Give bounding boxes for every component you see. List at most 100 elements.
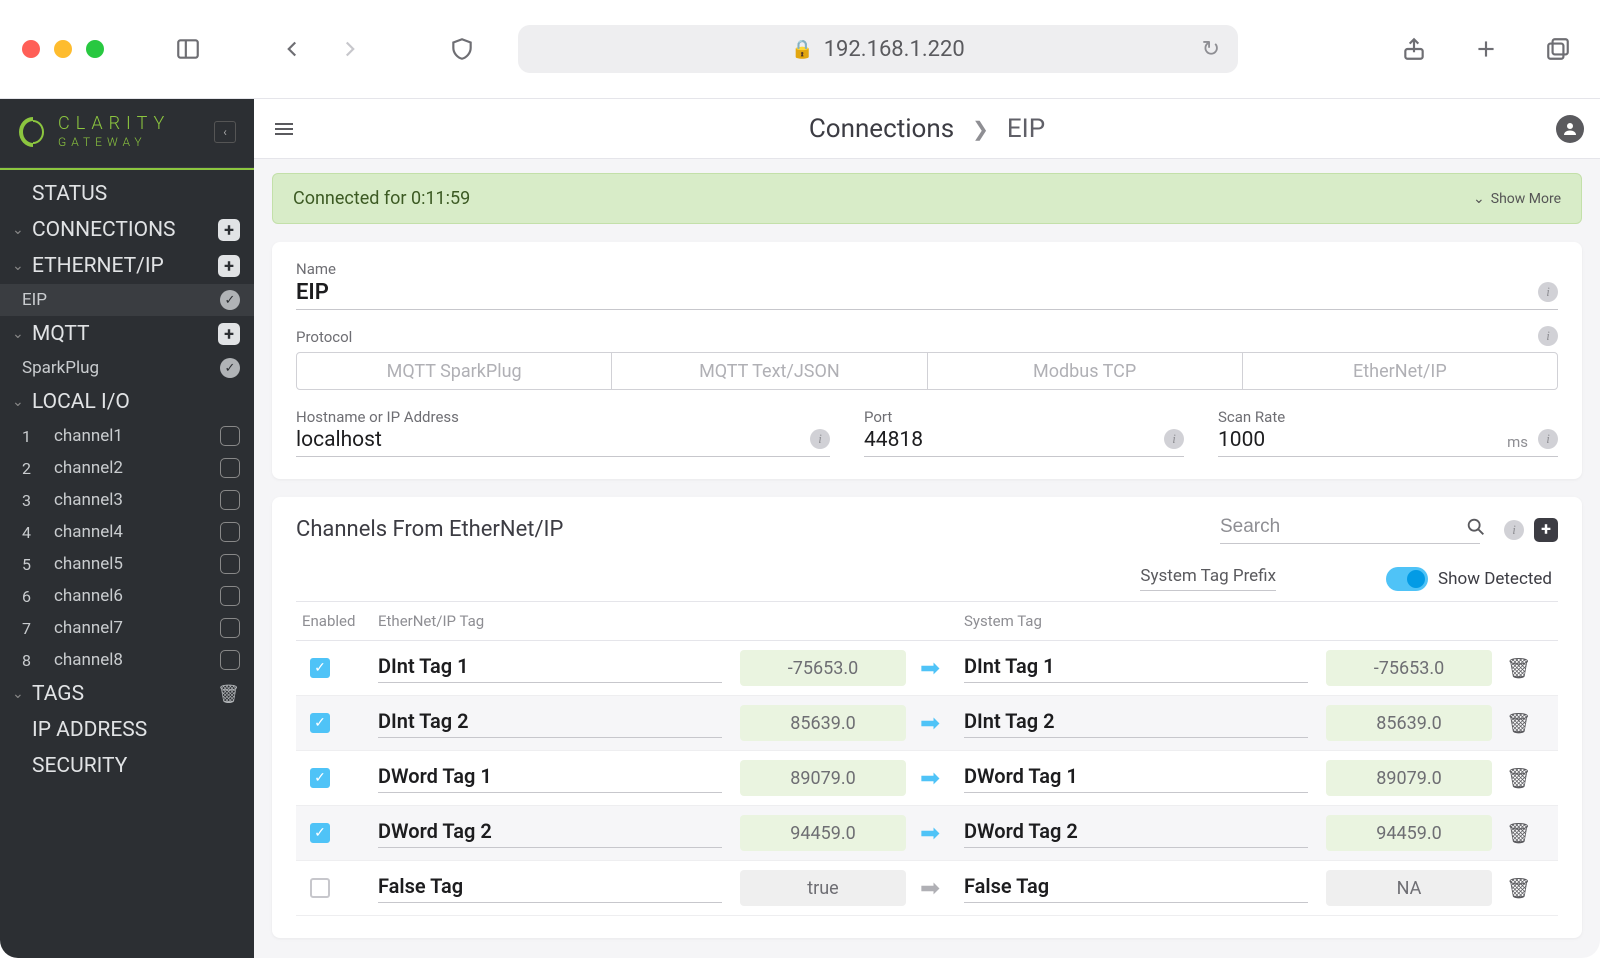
new-tab-icon[interactable] — [1466, 29, 1506, 69]
checkbox-icon[interactable] — [220, 522, 240, 542]
protocol-tab[interactable]: EtherNet/IP — [1243, 353, 1557, 389]
nav-mqtt[interactable]: ⌄ MQTT + — [0, 316, 254, 352]
sidebar-toggle-icon[interactable] — [168, 29, 208, 69]
url-bar[interactable]: 🔒 192.168.1.220 ↻ — [518, 25, 1238, 73]
search-icon[interactable] — [1465, 515, 1487, 539]
checkbox-icon[interactable] — [220, 650, 240, 670]
ethernet-tag-input[interactable]: DWord Tag 2 — [378, 819, 722, 848]
sidebar-collapse-button[interactable]: ‹ — [214, 121, 236, 143]
checkbox-icon[interactable] — [220, 426, 240, 446]
port-input[interactable]: 44818 — [864, 428, 1184, 457]
show-more-button[interactable]: ⌄ Show More — [1473, 191, 1561, 207]
chevron-down-icon: ⌄ — [12, 686, 26, 702]
add-channel-button[interactable]: + — [1534, 518, 1558, 542]
sidebar-channel-item[interactable]: 8channel8 — [0, 644, 254, 676]
minimize-window-button[interactable] — [54, 40, 72, 58]
system-tag-input[interactable]: False Tag — [964, 874, 1308, 903]
table-row: False Tag true ➡ False Tag NA 🗑 — [296, 861, 1558, 916]
fullscreen-window-button[interactable] — [86, 40, 104, 58]
trash-icon[interactable]: 🗑 — [1506, 876, 1531, 900]
nav-status[interactable]: STATUS — [0, 176, 254, 212]
add-icon[interactable]: + — [218, 219, 240, 241]
info-icon[interactable]: i — [1504, 520, 1524, 540]
checkbox-icon[interactable] — [220, 458, 240, 478]
search-input[interactable] — [1220, 516, 1465, 538]
ethernet-tag-value: -75653.0 — [740, 650, 906, 686]
nav-sparkplug[interactable]: SparkPlug ✓ — [0, 352, 254, 384]
chevron-down-icon: ⌄ — [12, 222, 26, 238]
enabled-checkbox[interactable] — [310, 878, 330, 898]
checkbox-icon[interactable] — [220, 618, 240, 638]
search-input-wrap — [1220, 515, 1480, 544]
account-icon[interactable] — [1556, 115, 1584, 143]
brand-title: CLARITY — [58, 115, 170, 134]
close-window-button[interactable] — [22, 40, 40, 58]
sidebar-channel-item[interactable]: 5channel5 — [0, 548, 254, 580]
breadcrumb-connections[interactable]: Connections — [809, 114, 954, 144]
show-detected-toggle[interactable] — [1386, 567, 1428, 591]
arrow-right-icon: ➡ — [920, 874, 940, 902]
system-tag-prefix-input[interactable]: System Tag Prefix — [1140, 566, 1276, 591]
system-tag-input[interactable]: DInt Tag 1 — [964, 654, 1308, 683]
add-icon[interactable]: + — [218, 255, 240, 277]
ethernet-tag-input[interactable]: DInt Tag 2 — [378, 709, 722, 738]
sidebar-channel-item[interactable]: 3channel3 — [0, 484, 254, 516]
add-icon[interactable]: + — [218, 323, 240, 345]
table-row: ✓ DInt Tag 2 85639.0 ➡ DInt Tag 2 85639.… — [296, 696, 1558, 751]
checkbox-icon[interactable] — [220, 490, 240, 510]
protocol-tab[interactable]: Modbus TCP — [928, 353, 1243, 389]
sidebar-channel-item[interactable]: 7channel7 — [0, 612, 254, 644]
info-icon[interactable]: i — [810, 429, 830, 449]
ethernet-tag-input[interactable]: DInt Tag 1 — [378, 654, 722, 683]
nav-ethernetip[interactable]: ⌄ ETHERNET/IP + — [0, 248, 254, 284]
channels-title: Channels From EtherNet/IP — [296, 517, 1220, 542]
nav-security[interactable]: SECURITY — [0, 748, 254, 784]
nav-localio[interactable]: ⌄ LOCAL I/O — [0, 384, 254, 420]
trash-icon[interactable]: 🗑 — [1506, 821, 1531, 845]
protocol-tab[interactable]: MQTT SparkPlug — [297, 353, 612, 389]
protocol-tab[interactable]: MQTT Text/JSON — [612, 353, 927, 389]
info-icon[interactable]: i — [1538, 282, 1558, 302]
system-tag-input[interactable]: DWord Tag 1 — [964, 764, 1308, 793]
nav-ipaddress[interactable]: IP ADDRESS — [0, 712, 254, 748]
sidebar-channel-item[interactable]: 1channel1 — [0, 420, 254, 452]
ethernet-tag-input[interactable]: False Tag — [378, 874, 722, 903]
enabled-checkbox[interactable]: ✓ — [310, 768, 330, 788]
chevron-down-icon: ⌄ — [12, 258, 26, 274]
system-tag-input[interactable]: DInt Tag 2 — [964, 709, 1308, 738]
checkbox-icon[interactable] — [220, 586, 240, 606]
arrow-right-icon: ➡ — [920, 819, 940, 847]
table-row: ✓ DWord Tag 2 94459.0 ➡ DWord Tag 2 9445… — [296, 806, 1558, 861]
share-icon[interactable] — [1394, 29, 1434, 69]
sidebar-channel-item[interactable]: 4channel4 — [0, 516, 254, 548]
host-input[interactable]: localhost — [296, 428, 830, 457]
menu-icon[interactable] — [270, 115, 298, 143]
nav-eip[interactable]: EIP ✓ — [0, 284, 254, 316]
enabled-checkbox[interactable]: ✓ — [310, 823, 330, 843]
nav-tags[interactable]: ⌄ TAGS 🗑 — [0, 676, 254, 712]
col-enabled: Enabled — [302, 612, 378, 630]
trash-icon[interactable]: 🗑 — [1506, 766, 1531, 790]
sidebar-channel-item[interactable]: 2channel2 — [0, 452, 254, 484]
checkbox-icon[interactable] — [220, 554, 240, 574]
info-icon[interactable]: i — [1538, 429, 1558, 449]
tabs-icon[interactable] — [1538, 29, 1578, 69]
trash-icon[interactable]: 🗑 — [1506, 711, 1531, 735]
back-button[interactable] — [272, 29, 312, 69]
info-icon[interactable]: i — [1538, 326, 1558, 346]
sidebar-channel-item[interactable]: 6channel6 — [0, 580, 254, 612]
system-tag-input[interactable]: DWord Tag 2 — [964, 819, 1308, 848]
enabled-checkbox[interactable]: ✓ — [310, 713, 330, 733]
table-row: ✓ DWord Tag 1 89079.0 ➡ DWord Tag 1 8907… — [296, 751, 1558, 806]
trash-icon[interactable]: 🗑 — [1506, 656, 1531, 680]
name-input[interactable]: EIP — [296, 280, 1558, 310]
privacy-shield-icon[interactable] — [442, 29, 482, 69]
ethernet-tag-value: 85639.0 — [740, 705, 906, 741]
enabled-checkbox[interactable]: ✓ — [310, 658, 330, 678]
nav-connections[interactable]: ⌄ CONNECTIONS + — [0, 212, 254, 248]
name-label: Name — [296, 260, 1558, 278]
trash-icon[interactable]: 🗑 — [217, 684, 240, 705]
reload-icon[interactable]: ↻ — [1202, 37, 1220, 62]
info-icon[interactable]: i — [1164, 429, 1184, 449]
ethernet-tag-input[interactable]: DWord Tag 1 — [378, 764, 722, 793]
